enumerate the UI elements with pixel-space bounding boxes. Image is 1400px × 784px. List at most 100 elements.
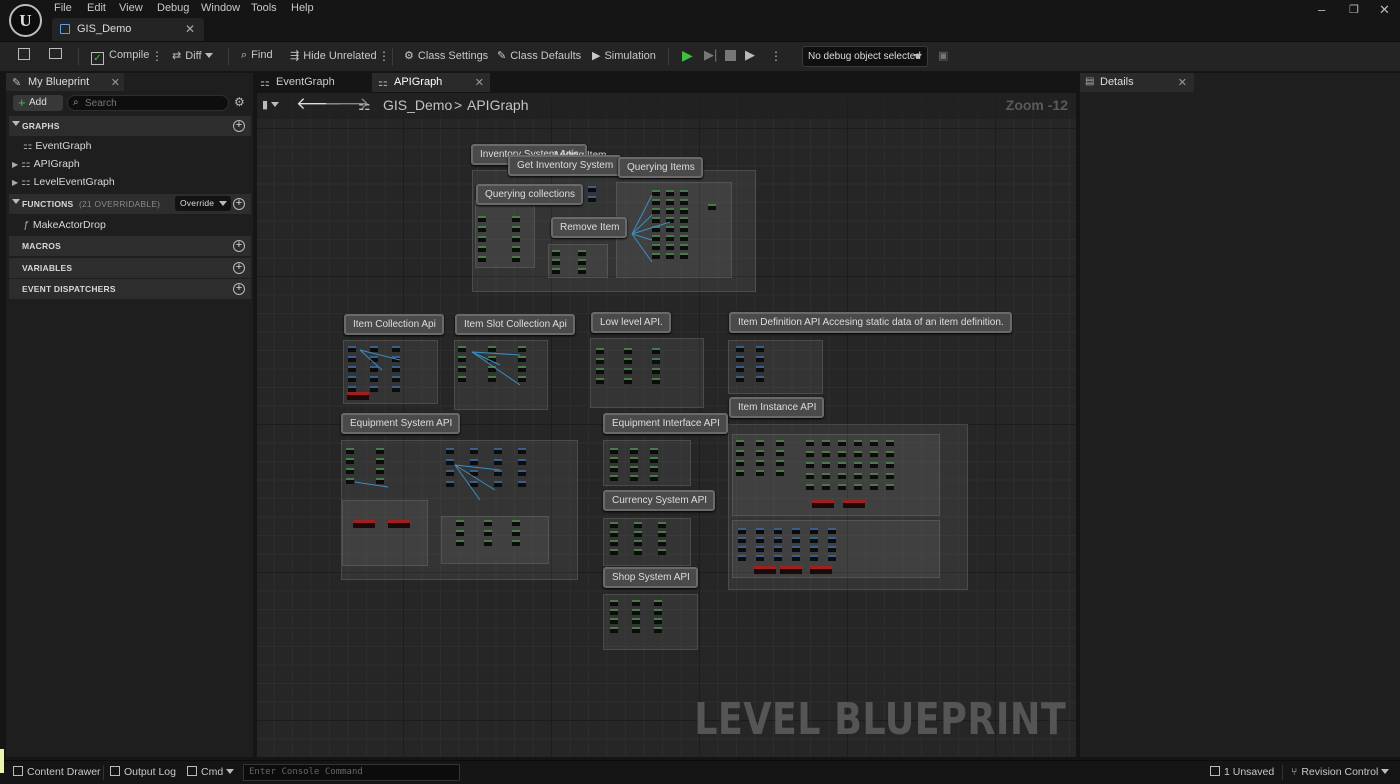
terminal-icon [187,766,197,776]
function-item-makeactordrop[interactable]: ƒ MakeActorDrop [23,219,106,231]
settings-gear-icon[interactable]: ⚙ [234,95,245,109]
functions-count: (21 OVERRIDABLE) [78,199,161,209]
override-label: Override [180,198,215,208]
menu-view[interactable]: View [119,2,143,14]
function-icon: ƒ [23,219,29,231]
search-placeholder: Search [85,98,117,109]
search-icon: ⌕ [241,49,248,61]
compile-options-icon[interactable]: ⋮ [151,49,163,63]
comment-label[interactable]: Equipment System API [341,413,461,434]
graph-item-label: APIGraph [33,158,80,170]
comment-label[interactable]: Equipment Interface API [603,413,728,434]
graphs-section[interactable]: GRAPHS + [9,116,251,136]
event-dispatchers-section[interactable]: EVENT DISPATCHERS + [9,279,251,299]
chevron-down-icon [226,769,235,774]
play-icon[interactable]: ▶ [682,47,693,64]
stop-icon[interactable] [725,50,736,61]
debug-filter-icon[interactable]: ▣ [938,49,948,62]
chevron-down-icon [1381,769,1390,774]
graph-item-eventgraph[interactable]: ⚏ EventGraph [23,140,91,152]
class-settings-button[interactable]: ⚙ Class Settings [404,49,488,62]
variables-header: VARIABLES [22,263,73,273]
my-blueprint-panel: ✎ My Blueprint ✕ + Add ⌕ Search ⚙ GRAPHS… [6,73,253,757]
cmd-label: Cmd [201,766,224,778]
wire [454,464,481,501]
unsaved-button[interactable]: 1 Unsaved [1210,766,1274,778]
hide-unrelated-options-icon[interactable]: ⋮ [378,49,390,63]
chevron-down-icon [219,201,227,206]
hide-unrelated-button[interactable]: ⇶ Hide Unrelated [290,49,377,62]
status-bar: Content Drawer Output Log Cmd Enter Cons… [0,749,1400,784]
search-field[interactable]: ⌕ Search [67,95,229,111]
document-tab[interactable]: GIS_Demo ✕ [52,18,204,41]
simulation-button[interactable]: ▶ Simulation [592,49,656,62]
revision-control-button[interactable]: ⑂ Revision Control [1291,766,1390,778]
details-tab[interactable]: ▤ Details ✕ [1080,73,1194,92]
play-options-icon[interactable]: ⋮ [770,49,782,63]
tab-eventgraph[interactable]: ⚏ EventGraph [254,73,372,92]
level-blueprint-watermark: LEVEL BLUEPRINT [694,694,1066,745]
content-drawer-button[interactable]: Content Drawer [13,766,101,778]
eject-icon[interactable]: ▶ [745,47,755,63]
graph-canvas[interactable]: ▮ 🡐 🡒 ⚏ GIS_Demo > APIGraph Zoom -12 Inv… [257,93,1076,757]
save-icon[interactable] [18,48,34,62]
comment-label[interactable]: Remove Item [551,217,628,238]
diff-button[interactable]: ⇄ Diff [172,49,213,62]
comment-label[interactable]: Shop System API [603,567,698,588]
add-macro-icon[interactable]: + [233,240,245,252]
close-window-button[interactable]: ✕ [1379,2,1390,18]
unreal-logo-icon[interactable]: U [9,4,42,37]
comment-label[interactable]: Item Slot Collection Api [455,314,575,335]
minimize-button[interactable]: – [1318,2,1325,17]
add-button[interactable]: + Add [13,95,63,111]
macros-section[interactable]: MACROS + [9,236,251,256]
cmd-dropdown[interactable]: Cmd [187,766,235,778]
comment-label[interactable]: Querying collections [476,184,584,205]
chevron-down-icon [204,53,213,58]
override-dropdown[interactable]: Override [175,196,231,211]
step-icon[interactable]: ▶| [704,47,717,63]
add-function-icon[interactable]: + [233,198,245,210]
debug-object-value: No debug object selected [808,51,921,62]
debug-object-select[interactable]: No debug object selected [802,46,928,67]
menu-window[interactable]: Window [201,2,240,14]
find-button[interactable]: ⌕ Find [241,49,273,62]
graph-tab-bar: ⚏ EventGraph ⚏ APIGraph ✕ [254,73,1078,92]
wire [471,351,521,356]
compile-button[interactable]: ✓ Compile [91,49,149,65]
tab-apigraph[interactable]: ⚏ APIGraph ✕ [372,73,490,92]
console-input[interactable]: Enter Console Command [243,764,460,781]
my-blueprint-tab[interactable]: ✎ My Blueprint ✕ [6,73,124,91]
revision-control-icon: ⑂ [1291,766,1298,778]
menu-tools[interactable]: Tools [251,2,277,14]
menu-debug[interactable]: Debug [157,2,189,14]
functions-section[interactable]: FUNCTIONS (21 OVERRIDABLE) Override + [9,194,251,214]
browse-icon[interactable] [49,48,66,61]
close-tab-icon[interactable]: ✕ [475,76,484,89]
comment-label[interactable]: Item Collection Api [344,314,444,335]
graph-item-leveleventgraph[interactable]: ▶ ⚏ LevelEventGraph [12,176,115,188]
add-event-dispatcher-icon[interactable]: + [233,283,245,295]
comment-label[interactable]: Currency System API [603,490,716,511]
revision-control-label: Revision Control [1301,766,1379,778]
close-tab-icon[interactable]: ✕ [1178,76,1187,89]
variables-section[interactable]: VARIABLES + [9,258,251,278]
output-log-button[interactable]: Output Log [110,766,176,778]
comment-label[interactable]: Low level API. [591,312,671,333]
comment-label[interactable]: Get Inventory System [508,155,622,176]
close-tab-icon[interactable]: ✕ [185,22,195,36]
class-defaults-button[interactable]: ✎ Class Defaults [497,49,581,62]
menu-edit[interactable]: Edit [87,2,106,14]
close-tab-icon[interactable]: ✕ [111,76,120,89]
menu-file[interactable]: File [54,2,72,14]
graph-item-apigraph[interactable]: ▶ ⚏ APIGraph [12,158,80,170]
add-variable-icon[interactable]: + [233,262,245,274]
document-tab-label: GIS_Demo [77,23,132,35]
comment-label[interactable]: Querying Items [618,157,703,178]
output-log-label: Output Log [124,766,176,778]
comment-label[interactable]: Item Definition API Accesing static data… [729,312,1012,333]
comment-label[interactable]: Item Instance API [729,397,825,418]
restore-button[interactable]: ❐ [1349,3,1359,16]
add-graph-icon[interactable]: + [233,120,245,132]
menu-help[interactable]: Help [291,2,314,14]
